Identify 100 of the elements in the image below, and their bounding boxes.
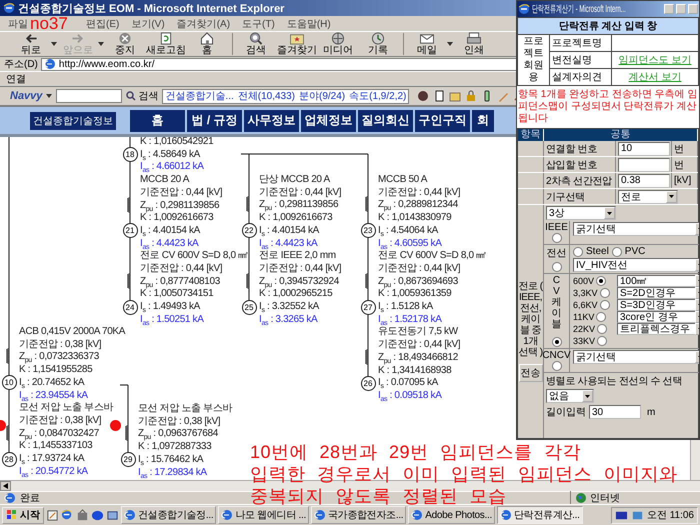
nav-tab[interactable]: 홈 (130, 110, 185, 132)
nav-tab[interactable]: 질의회신 (358, 110, 413, 132)
window-title: 단락전류계산기 - Microsoft Intern... (532, 3, 626, 16)
caret-icon[interactable] (51, 42, 57, 46)
caret-icon[interactable] (447, 42, 453, 46)
toolbar-button[interactable]: 기록 (359, 32, 397, 56)
radio-button[interactable] (596, 312, 606, 322)
search-field[interactable] (56, 89, 122, 103)
diagram-text: K : 1,3414168938 (378, 364, 452, 376)
menu-item[interactable]: 도움말(H) (286, 16, 331, 30)
dropdown[interactable]: IV_HIV전선 (573, 258, 699, 272)
document-icon[interactable] (433, 90, 446, 102)
menu-item[interactable]: 보기(V) (131, 16, 165, 30)
radio-button[interactable] (552, 337, 562, 347)
dropdown[interactable]: 3core인 경우 (617, 311, 699, 323)
toolbar-button[interactable]: 중지 (106, 32, 144, 56)
diagram-text: K : 1,0002965215 (259, 288, 332, 300)
taskbar-button[interactable]: 국가종합전자조... (310, 506, 406, 524)
current-reading: I$_{s}$ : 4.40154 kA (259, 224, 319, 237)
site-logo[interactable]: 건설종합기술정보 (30, 112, 116, 130)
input-field[interactable]: 30 (589, 405, 641, 419)
marker-dot (110, 420, 121, 431)
radio-button[interactable] (596, 276, 606, 286)
link[interactable]: 임피던스도 보기 (612, 52, 699, 69)
dropdown[interactable]: 100㎟ (617, 275, 699, 287)
toolbar-button[interactable]: 인쇄 (455, 32, 493, 56)
close-button[interactable] (688, 4, 698, 14)
radio-button[interactable] (600, 300, 610, 310)
current-reading: I$_{s}$ : 4.40154 kA (140, 224, 200, 237)
window-title: 건설종합기술정보 EOM - Microsoft Internet Explorer (18, 2, 284, 16)
dropdown[interactable]: 트리플렉스경우 (617, 323, 699, 335)
field-label: 길이입력 (546, 406, 586, 419)
diagram-text: 전로 CV 600V S=D 8,0 ㎟ (140, 250, 248, 262)
option-label: 11KV (573, 312, 594, 322)
diagram-text: K : 1,0160542921 (140, 137, 214, 148)
link[interactable]: 계산서 보기 (612, 69, 699, 86)
current-reading: I$_{as}$ : 4.4423 kA (259, 238, 318, 250)
toolbar-button[interactable]: 메일 (408, 32, 453, 56)
app-icon (500, 509, 512, 521)
node-marker: 28 (2, 452, 16, 466)
radio-button[interactable] (552, 361, 562, 371)
taskbar-button[interactable]: 나모 웹에디터 ... (218, 506, 309, 524)
current-reading: I$_{s}$ : 1.5128 kA (378, 301, 433, 313)
diagram-text: K : 1,0059361359 (378, 288, 452, 300)
nav-tab[interactable]: 법 / 규정 (187, 110, 242, 132)
radio-button[interactable] (552, 233, 562, 243)
lock-icon[interactable] (465, 90, 478, 102)
dropdown[interactable]: S=3D인경우 (617, 299, 699, 311)
toolbar-button[interactable]: 즐겨찾기 (277, 32, 317, 56)
radio-button[interactable] (573, 246, 583, 256)
diagram-text: 유도전동기 7,5 kW (378, 326, 458, 338)
toolbar-button[interactable]: 뒤로 (12, 32, 57, 56)
dropdown[interactable]: 굵기선택 (573, 222, 699, 236)
diagram-text: Z$_{pu}$ : 18,493466812 (378, 352, 458, 364)
submit-button[interactable]: 전송 (518, 364, 542, 382)
window-icon[interactable] (106, 508, 119, 522)
input-field[interactable]: 10 (618, 142, 670, 156)
browser-icon[interactable] (61, 508, 74, 522)
search-button[interactable]: 검색 (126, 89, 158, 103)
menu-item[interactable]: 편집(E) (86, 16, 120, 30)
caret-icon[interactable] (46, 94, 52, 98)
dropdown[interactable]: 3상 (546, 206, 616, 220)
radio-button[interactable] (597, 324, 608, 334)
node-marker: 22 (242, 223, 256, 238)
menu-item[interactable]: 파일 (8, 16, 28, 30)
radio-button[interactable] (612, 246, 622, 256)
option-label: 전선 (546, 247, 566, 260)
dropdown[interactable]: 굵기선택 (573, 350, 699, 364)
annotation-text: 10번에 28번과 29번 임피던스를 각각 (250, 441, 582, 463)
nav-tab[interactable]: 구인구직 (415, 110, 470, 132)
toolbar-button[interactable]: 미디어 (319, 32, 357, 56)
radio-button[interactable] (600, 288, 610, 298)
input-field[interactable]: 0.38 (618, 174, 670, 188)
diagram-text: K : 1,1455337103 (19, 440, 92, 452)
taskbar-button[interactable]: 건설종합기술정... (121, 506, 216, 524)
menu-item[interactable]: 즐겨찾기(A) (176, 16, 230, 30)
maximize-button[interactable] (676, 4, 686, 14)
nav-tab[interactable]: 업체정보 (301, 110, 356, 132)
diagram-text: 전로 IEEE 2,0 mm (259, 250, 336, 262)
toolbar-button[interactable]: 홈 (188, 32, 226, 56)
nav-tab[interactable]: 사무정보 (244, 110, 299, 132)
diagram-text: ACB 0,415V 2000A 70KA (19, 326, 126, 338)
start-button[interactable]: 시작 (2, 506, 44, 524)
radio-button[interactable] (597, 336, 608, 346)
toolbar-button[interactable]: 검색 (237, 32, 275, 56)
nav-tab[interactable]: 회 (472, 110, 494, 132)
menu-item[interactable]: 도구(T) (242, 16, 275, 30)
dropdown[interactable]: S=2D인경우 (617, 287, 699, 299)
taskbar-button[interactable]: 단락전류계산... (496, 506, 583, 524)
navvy-menu[interactable]: Navvy (10, 90, 42, 102)
site-info-text: 건설종합기술... (165, 90, 234, 103)
taskbar-button[interactable]: Adobe Photos... (408, 506, 495, 524)
toolbar-button[interactable]: 새로고침 (146, 32, 186, 56)
dropdown[interactable]: 없음 (546, 389, 594, 403)
table-cell: 설계자의견 (550, 69, 612, 86)
diagram-text: K : 1,0972887333 (138, 441, 212, 454)
radio-button[interactable] (552, 262, 562, 272)
input-field[interactable] (618, 158, 670, 172)
dropdown[interactable]: 전로 (618, 190, 678, 204)
minimize-button[interactable] (664, 4, 674, 14)
